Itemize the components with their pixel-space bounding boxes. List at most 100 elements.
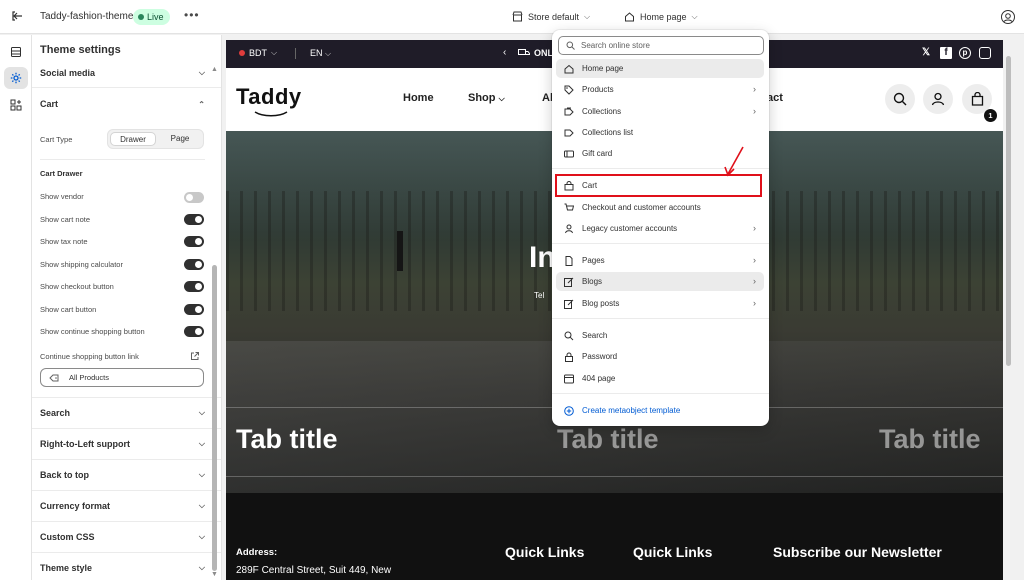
menu-item-blog-posts[interactable]: Blog posts ›: [556, 294, 764, 313]
menu-item-products[interactable]: Products ›: [556, 80, 764, 99]
footer-address-heading: Address:: [236, 547, 278, 558]
section-back-to-top[interactable]: Back to top ⌵: [40, 465, 205, 485]
flag-icon: [239, 50, 245, 56]
menu-item-password[interactable]: Password: [556, 347, 764, 366]
collection-list-icon: [564, 129, 574, 136]
show-shipping-calculator-toggle[interactable]: [184, 259, 204, 270]
menu-item-label: Pages: [582, 256, 605, 265]
continue-link-picker[interactable]: All Products: [40, 368, 204, 387]
gift-card-icon: [564, 150, 574, 157]
tab-title-3[interactable]: Tab title: [879, 424, 981, 455]
menu-item-label: Gift card: [582, 149, 613, 158]
menu-item-404-page[interactable]: 404 page: [556, 369, 764, 388]
more-actions-button[interactable]: •••: [184, 8, 200, 22]
cart-type-drawer-option[interactable]: Drawer: [110, 132, 156, 146]
nav-link-shop-label: Shop: [468, 92, 496, 104]
logo-smile-icon: [254, 111, 288, 117]
menu-item-legacy-accounts[interactable]: Legacy customer accounts ›: [556, 219, 764, 238]
account-button[interactable]: [923, 84, 953, 114]
search-input[interactable]: Search online store: [558, 36, 764, 55]
chevron-right-icon: ›: [753, 276, 756, 286]
facebook-icon[interactable]: f: [940, 47, 952, 59]
section-label: Theme style: [40, 563, 93, 573]
settings-scrollbar[interactable]: [212, 265, 217, 571]
menu-item-label: Checkout and customer accounts: [582, 203, 701, 212]
section-rtl-support[interactable]: Right-to-Left support ⌵: [40, 434, 205, 454]
show-cart-note-label: Show cart note: [40, 215, 91, 224]
menu-item-label: 404 page: [582, 374, 616, 383]
scroll-down-arrow-icon[interactable]: ▼: [211, 571, 218, 578]
x-twitter-icon[interactable]: 𝕏: [920, 47, 932, 59]
store-logo[interactable]: Taddy: [236, 84, 302, 110]
sections-tab[interactable]: [4, 41, 28, 63]
chevron-down-icon: ⌵: [691, 11, 698, 21]
create-metaobject-template-link[interactable]: Create metaobject template: [556, 401, 764, 420]
menu-item-home-page[interactable]: Home page: [556, 59, 764, 78]
external-link-icon[interactable]: [190, 351, 200, 361]
show-checkout-button-label: Show checkout button: [40, 282, 114, 291]
tag-icon: [564, 85, 574, 95]
search-button[interactable]: [885, 84, 915, 114]
pinterest-icon[interactable]: p: [959, 47, 971, 59]
tab-title-2[interactable]: Tab title: [557, 424, 659, 455]
error-page-icon: [564, 374, 574, 383]
store-footer: Address: 289F Central Street, Suit 449, …: [226, 493, 1003, 580]
nav-link-home[interactable]: Home: [403, 92, 434, 104]
divider: [552, 393, 769, 394]
scroll-up-arrow-icon[interactable]: ▲: [211, 66, 218, 73]
language-selector[interactable]: EN ⌵: [310, 48, 331, 59]
show-checkout-button-toggle[interactable]: [184, 281, 204, 292]
menu-item-search[interactable]: Search: [556, 326, 764, 345]
chevron-left-icon[interactable]: ‹: [503, 47, 506, 58]
tag-icon: [49, 374, 59, 381]
show-tax-note-toggle[interactable]: [184, 236, 204, 247]
red-arrow-annotation-icon: [724, 146, 744, 177]
show-cart-button-toggle[interactable]: [184, 304, 204, 315]
store-selector[interactable]: Store default ⌵: [512, 11, 590, 22]
section-social-media[interactable]: Social media ⌵: [40, 63, 205, 83]
blog-post-icon: [564, 299, 574, 309]
show-tax-note-label: Show tax note: [40, 237, 88, 246]
section-currency-format[interactable]: Currency format ⌵: [40, 496, 205, 516]
menu-item-collections[interactable]: Collections ›: [556, 102, 764, 121]
page-selector[interactable]: Home page ⌵: [624, 11, 698, 22]
live-badge-label: Live: [147, 12, 164, 22]
section-custom-css[interactable]: Custom CSS ⌵: [40, 527, 205, 547]
search-icon: [564, 331, 574, 340]
chevron-down-icon: ⌵: [198, 532, 205, 541]
menu-item-blogs[interactable]: Blogs ›: [556, 272, 764, 291]
live-badge: Live: [133, 9, 170, 25]
menu-item-label: Password: [582, 352, 618, 361]
menu-item-label: Legacy customer accounts: [582, 224, 678, 233]
menu-item-checkout[interactable]: Checkout and customer accounts: [556, 198, 764, 217]
menu-item-pages[interactable]: Pages ›: [556, 251, 764, 270]
section-search[interactable]: Search ⌵: [40, 403, 205, 423]
nav-link-contact-partial[interactable]: act: [767, 92, 783, 104]
preview-scrollbar-thumb[interactable]: [1006, 56, 1011, 366]
section-theme-style[interactable]: Theme style ⌵: [40, 558, 205, 578]
panel-title: Theme settings: [40, 44, 121, 56]
currency-selector[interactable]: BDT ⌵: [239, 48, 277, 58]
language-label: EN: [310, 48, 323, 58]
chevron-right-icon: ›: [753, 223, 756, 233]
nav-link-shop[interactable]: Shop ⌵: [468, 92, 505, 104]
show-vendor-toggle[interactable]: [184, 192, 204, 203]
gear-icon: [10, 72, 22, 84]
lock-icon: [565, 352, 573, 362]
menu-item-collections-list[interactable]: Collections list: [556, 123, 764, 142]
preview-scrollbar[interactable]: [1006, 40, 1012, 580]
show-continue-shopping-label: Show continue shopping button: [40, 327, 145, 336]
chevron-down-icon: ⌵: [198, 501, 205, 510]
theme-settings-tab[interactable]: [4, 67, 28, 89]
show-cart-note-toggle[interactable]: [184, 214, 204, 225]
chevron-down-icon: ⌵: [198, 408, 205, 417]
exit-icon[interactable]: [10, 9, 24, 23]
account-icon[interactable]: [1000, 9, 1016, 25]
instagram-icon[interactable]: [979, 47, 991, 59]
show-continue-shopping-toggle[interactable]: [184, 326, 204, 337]
app-embeds-tab[interactable]: [4, 94, 28, 116]
cart-type-page-option[interactable]: Page: [157, 132, 203, 146]
section-label: Cart: [40, 99, 59, 109]
section-cart[interactable]: Cart ⌃: [40, 94, 205, 114]
tab-title-1[interactable]: Tab title: [236, 424, 338, 455]
